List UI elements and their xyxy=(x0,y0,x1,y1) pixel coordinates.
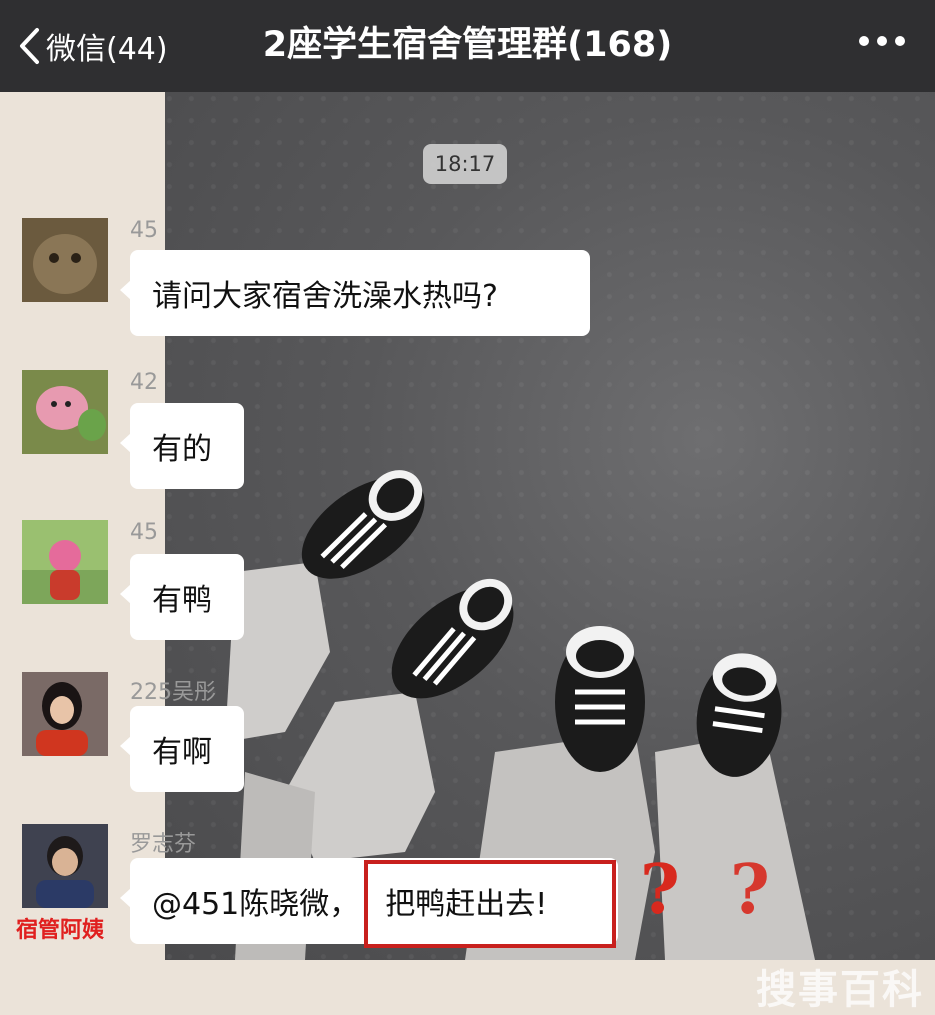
sender-name: 225吴彤 xyxy=(130,680,216,705)
more-options-icon[interactable] xyxy=(859,36,905,46)
avatar[interactable] xyxy=(22,672,108,756)
dorm-aunt-label: 宿管阿姨 xyxy=(16,918,105,943)
timestamp: 18:17 xyxy=(423,144,507,184)
chat-background-photo xyxy=(165,92,935,960)
avatar[interactable] xyxy=(22,824,108,908)
chat-header: 微信(44) 2座学生宿舍管理群(168) xyxy=(0,0,935,92)
avatar[interactable] xyxy=(22,520,108,604)
sender-name: 45 xyxy=(130,520,158,545)
question-mark: ? xyxy=(640,850,680,930)
mention-text[interactable]: @451陈晓微， xyxy=(152,879,359,923)
message-bubble[interactable]: 有啊 xyxy=(120,706,244,792)
question-mark: ? xyxy=(730,850,770,930)
highlight-box xyxy=(364,860,616,948)
watermark: 搜事百科 xyxy=(756,967,924,1013)
message-bubble[interactable]: 有的 xyxy=(120,403,244,489)
background-feet-illustration xyxy=(225,470,815,960)
message-bubble[interactable]: 请问大家宿舍洗澡水热吗? xyxy=(120,250,590,336)
sender-name: 罗志芬 xyxy=(130,832,197,857)
sender-name: 45 xyxy=(130,218,158,243)
chat-area: 18:17 45 请问大家宿舍洗澡水热吗? 42 有的 45 有鸭 225吴彤 … xyxy=(0,92,935,1013)
avatar[interactable] xyxy=(22,218,108,302)
chat-title: 2座学生宿舍管理群(168) xyxy=(262,25,673,65)
avatar[interactable] xyxy=(22,370,108,454)
message-bubble[interactable]: 有鸭 xyxy=(120,554,244,640)
sender-name: 42 xyxy=(130,370,158,395)
